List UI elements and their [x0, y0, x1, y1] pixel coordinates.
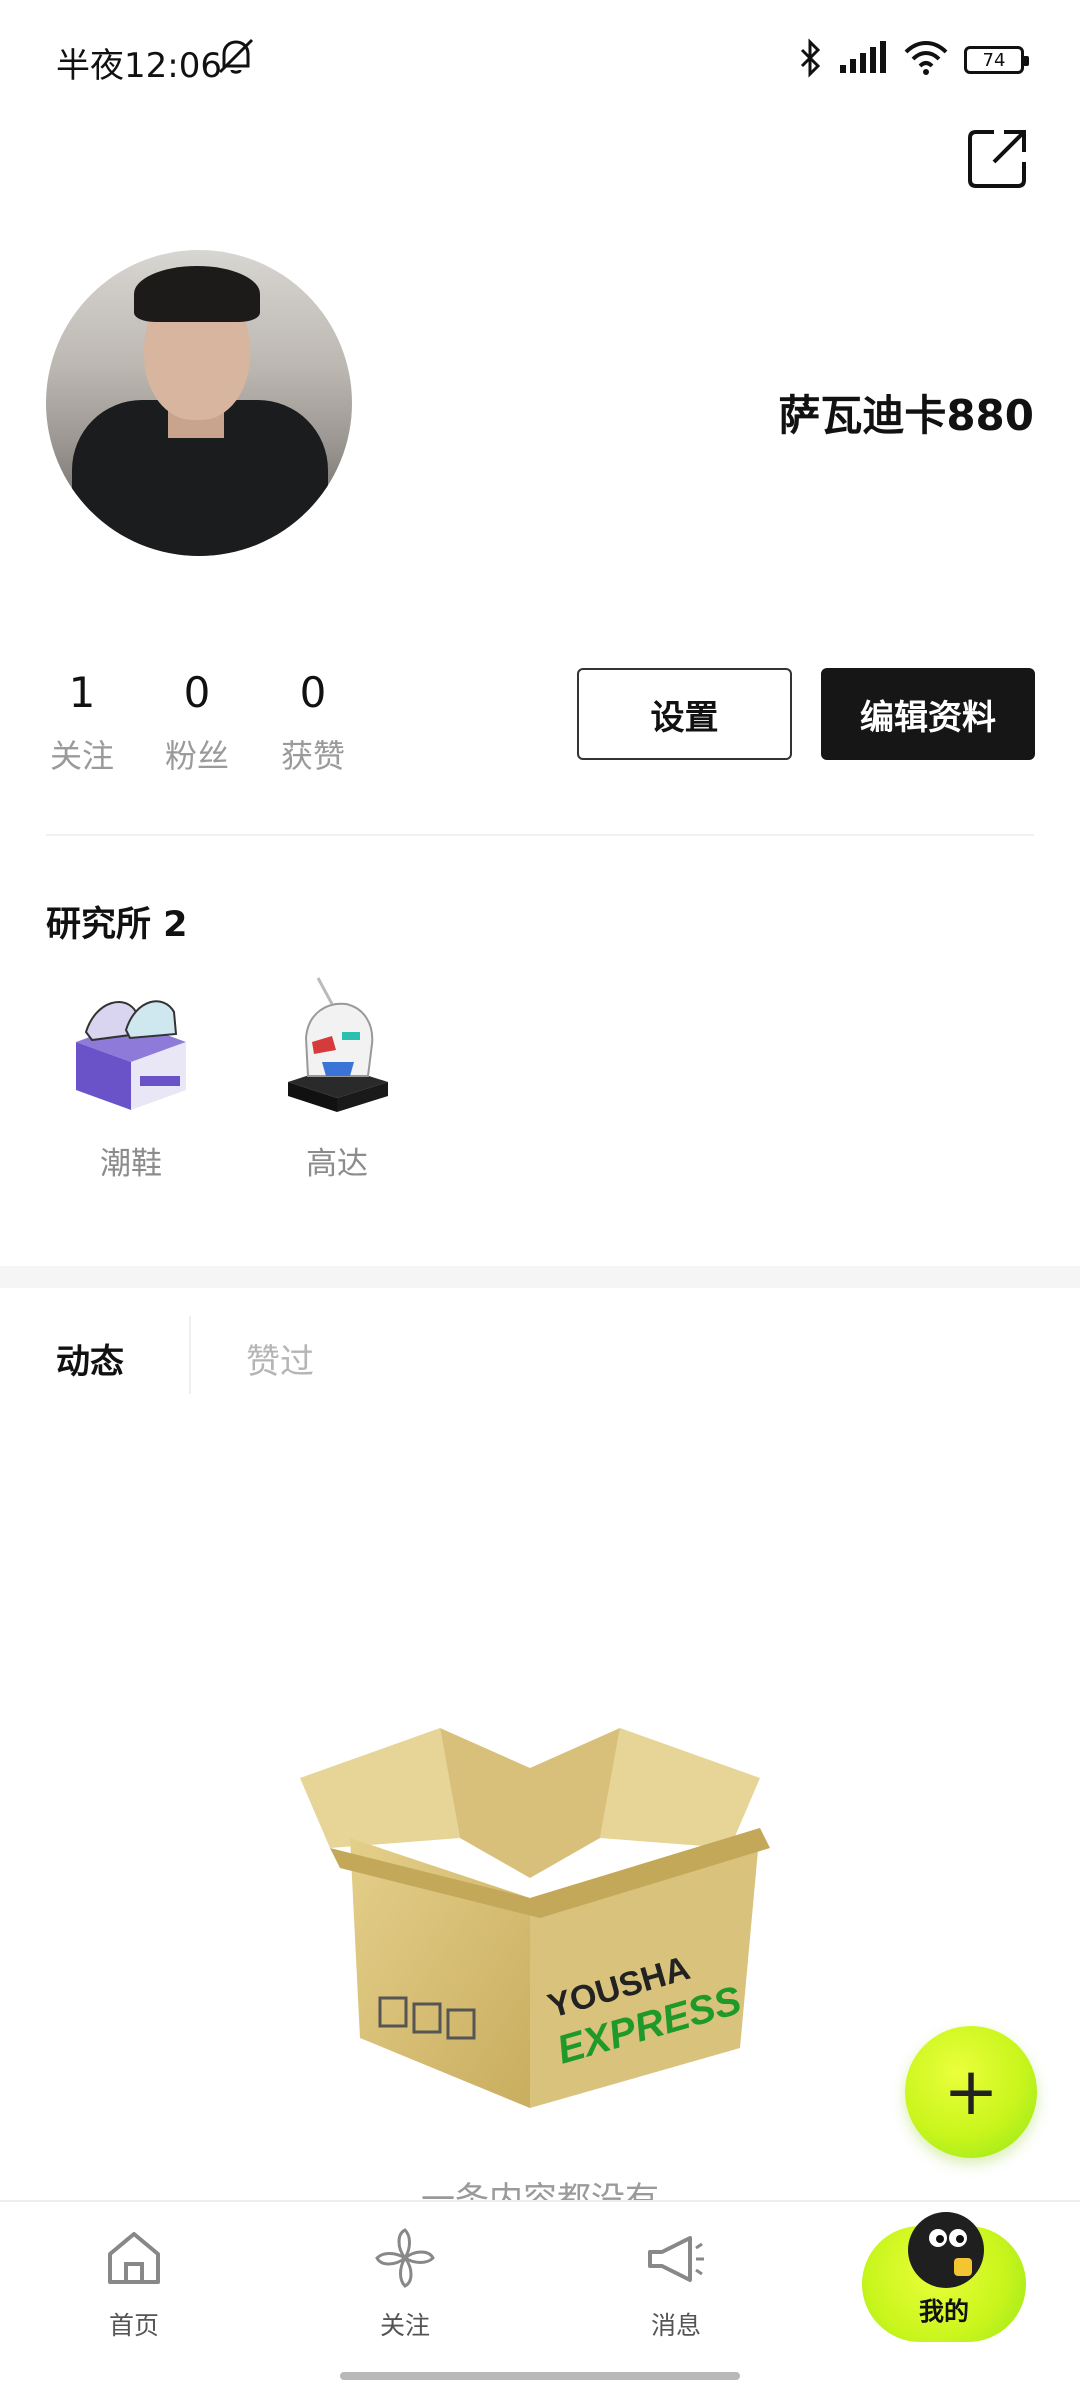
nav-mine-label: 我的: [918, 2297, 969, 2326]
avatar-hair: [134, 266, 260, 322]
nav-messages[interactable]: 消息: [616, 2226, 736, 2342]
tab-liked[interactable]: 赞过: [246, 1334, 314, 1383]
stat-fans-value: 0: [183, 668, 211, 717]
status-time: 半夜12:06: [56, 46, 222, 86]
stat-following-label: 关注: [49, 737, 114, 775]
section-separator: [0, 1266, 1080, 1288]
status-icons: 74: [798, 38, 1029, 82]
plus-icon: +: [943, 2053, 999, 2130]
stat-likes-label: 获赞: [280, 737, 345, 775]
nav-follow-label: 关注: [379, 2311, 430, 2340]
stat-fans-label: 粉丝: [164, 737, 229, 775]
stat-likes[interactable]: 0 获赞: [273, 668, 353, 777]
divider: [46, 834, 1034, 836]
wifi-icon: [904, 40, 948, 80]
stat-likes-value: 0: [299, 668, 327, 717]
lab-item-gundam[interactable]: 高达: [252, 972, 422, 1183]
battery-icon: 74: [964, 46, 1029, 74]
stat-following[interactable]: 1 关注: [42, 668, 122, 777]
battery-level: 74: [982, 49, 1006, 71]
mute-icon: [214, 36, 258, 80]
sneaker-box-icon: [56, 972, 206, 1122]
megaphone-icon: [644, 2226, 708, 2290]
nav-follow[interactable]: 关注: [345, 2226, 465, 2342]
home-icon: [102, 2226, 166, 2290]
nav-mine[interactable]: 我的: [862, 2212, 1026, 2342]
username: 萨瓦迪卡880: [778, 391, 1034, 440]
settings-button[interactable]: 设置: [577, 668, 792, 760]
lab-item-gundam-label: 高达: [306, 1146, 368, 1182]
lab-item-sneakers[interactable]: 潮鞋: [46, 972, 216, 1183]
home-indicator[interactable]: [340, 2372, 740, 2380]
lab-title: 研究所 2: [46, 905, 188, 945]
share-icon: [968, 130, 1026, 188]
stat-fans[interactable]: 0 粉丝: [157, 668, 237, 777]
gundam-head-icon: [262, 972, 412, 1122]
tab-separator: [189, 1316, 191, 1394]
create-post-button[interactable]: +: [905, 2026, 1037, 2158]
nav-messages-label: 消息: [650, 2311, 701, 2340]
stat-following-value: 1: [68, 668, 96, 717]
bluetooth-icon: [798, 38, 822, 82]
empty-box-illustration: YOUSHA EXPRESS: [290, 1718, 780, 2118]
signal-icon: [838, 41, 888, 79]
lab-item-sneakers-label: 潮鞋: [100, 1146, 162, 1182]
tab-moments[interactable]: 动态: [56, 1334, 124, 1383]
nav-home[interactable]: 首页: [74, 2226, 194, 2342]
nav-home-label: 首页: [108, 2311, 159, 2340]
pinwheel-icon: [373, 2226, 437, 2290]
mascot-icon: [908, 2212, 984, 2288]
edit-profile-button[interactable]: 编辑资料: [821, 668, 1035, 760]
share-button[interactable]: [964, 126, 1030, 192]
avatar[interactable]: [46, 250, 352, 556]
